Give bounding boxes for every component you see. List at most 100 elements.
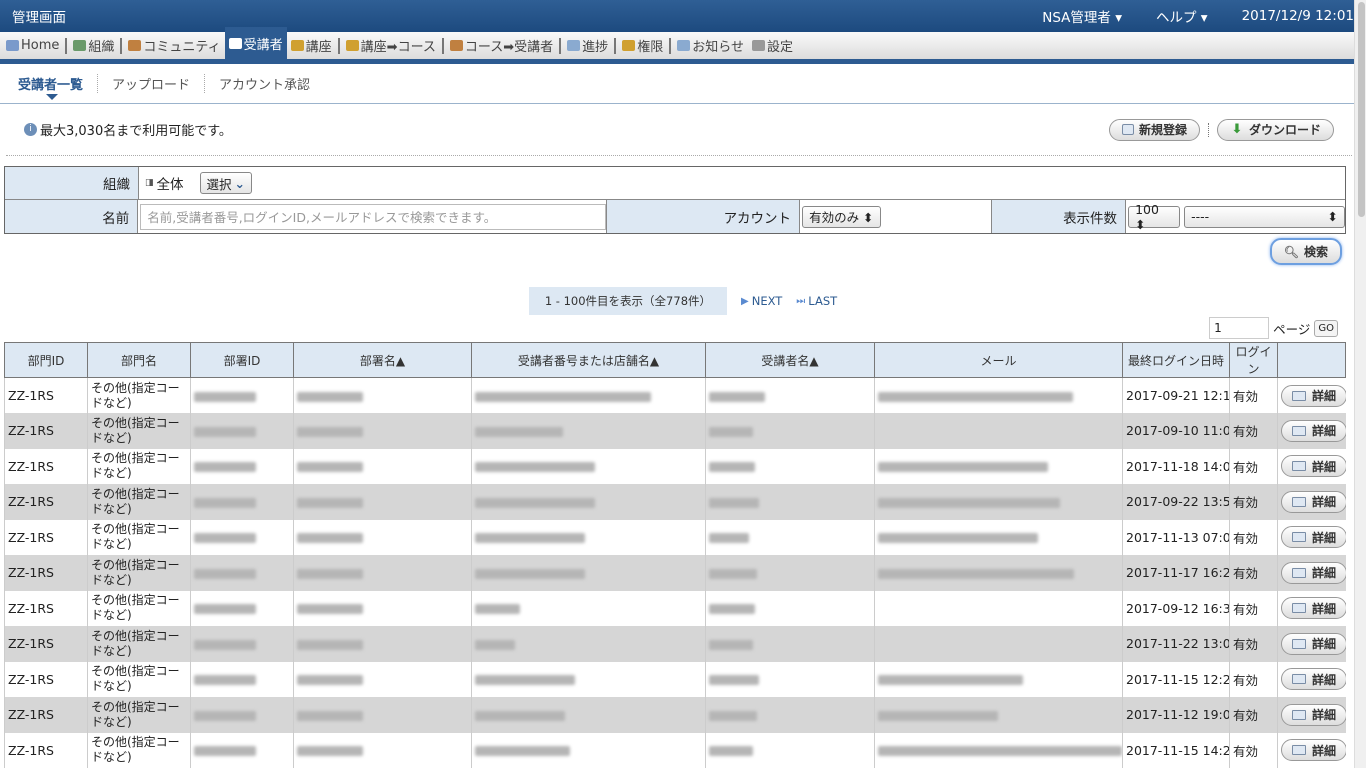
section-id-cell <box>190 661 294 697</box>
table-row: ZZ-1RS その他(指定コードなど) 2017-11-22 13:00 有効 詳細 <box>4 626 1346 662</box>
redacted-text <box>194 639 256 650</box>
go-button[interactable]: GO <box>1314 319 1338 337</box>
detail-button[interactable]: 詳細 <box>1281 455 1346 478</box>
detail-button[interactable]: 詳細 <box>1281 561 1346 584</box>
detail-button[interactable]: 詳細 <box>1281 490 1346 513</box>
section-name-cell <box>293 555 472 591</box>
student-number-cell <box>471 661 706 697</box>
new-register-button[interactable]: 新規登録 <box>1108 118 1200 141</box>
redacted-text <box>297 533 363 544</box>
nav-item-3[interactable]: 受講者 <box>224 27 287 59</box>
nav-item-1[interactable]: 組織 <box>69 31 118 59</box>
nav-item-7[interactable]: 進捗 <box>563 31 612 59</box>
column-header: 部門名 <box>87 342 191 378</box>
nav-item-8[interactable]: 権限 <box>618 31 667 59</box>
detail-icon <box>1292 674 1306 685</box>
nav-item-5[interactable]: 講座➡コース <box>342 31 440 59</box>
column-header[interactable]: 受講者番号または店舗名▲ <box>471 342 706 378</box>
dept-name-cell: その他(指定コードなど) <box>87 661 191 697</box>
student-name-cell <box>705 413 875 449</box>
detail-button[interactable]: 詳細 <box>1281 739 1346 762</box>
detail-icon <box>1292 390 1306 401</box>
redacted-text <box>194 604 256 615</box>
last-login-cell: 2017-11-17 16:28 <box>1122 555 1230 591</box>
last-login-cell: 2017-09-12 16:35 <box>1122 590 1230 626</box>
nav-item-4[interactable]: 講座 <box>287 31 336 59</box>
page-number-input[interactable]: 1 <box>1209 317 1270 339</box>
action-cell: 詳細 <box>1277 484 1346 520</box>
dept-name-cell: その他(指定コードなど) <box>87 413 191 449</box>
dept-name-cell: その他(指定コードなど) <box>87 519 191 555</box>
help-menu[interactable]: ヘルプ ▾ <box>1156 6 1208 26</box>
column-header: 部門ID <box>4 342 88 378</box>
detail-icon <box>1292 425 1306 436</box>
org-select-button[interactable]: 選択 ⌄ <box>199 172 253 194</box>
count-select[interactable]: 100 ⬍ <box>1128 202 1181 232</box>
table-row: ZZ-1RS その他(指定コードなど) 2017-11-17 16:28 有効 詳細 <box>4 555 1346 591</box>
account-select[interactable]: 有効のみ ⬍ <box>802 205 881 228</box>
next-arrow-icon: ▶ <box>741 295 749 307</box>
redacted-text <box>194 746 256 757</box>
detail-button[interactable]: 詳細 <box>1281 419 1346 442</box>
next-link[interactable]: ▶ NEXT <box>741 294 782 308</box>
top-bar: 管理画面 NSA管理者 ▾ ヘルプ ▾ 2017/12/9 12:01 <box>0 0 1366 32</box>
detail-button[interactable]: 詳細 <box>1281 668 1346 691</box>
detail-button[interactable]: 詳細 <box>1281 703 1346 726</box>
login-status-cell: 有効 <box>1229 626 1278 662</box>
redacted-text <box>709 533 749 544</box>
nav-item-0[interactable]: Home <box>2 31 63 59</box>
detail-button[interactable]: 詳細 <box>1281 526 1346 549</box>
student-number-cell <box>471 626 706 662</box>
action-cell: 詳細 <box>1277 413 1346 449</box>
redacted-text <box>194 533 256 544</box>
detail-button[interactable]: 詳細 <box>1281 632 1346 655</box>
subnav-tab-0[interactable]: 受講者一覧 <box>18 74 97 100</box>
extra-select[interactable]: ---- ⬍ <box>1184 205 1345 228</box>
name-search-input[interactable]: 名前,受講者番号,ログインID,メールアドレスで検索できます。 <box>140 203 607 230</box>
subnav-tab-2[interactable]: アカウント承認 <box>204 74 324 93</box>
login-status-cell: 有効 <box>1229 697 1278 733</box>
page-label: ページ <box>1273 321 1311 337</box>
redacted-text <box>194 391 256 402</box>
column-header[interactable]: 受講者名▲ <box>705 342 875 378</box>
redacted-text <box>297 675 363 686</box>
column-header[interactable]: 部署名▲ <box>293 342 472 378</box>
last-login-cell: 2017-11-15 12:22 <box>1122 661 1230 697</box>
pencil-icon <box>290 39 304 51</box>
last-login-cell: 2017-11-18 14:06 <box>1122 448 1230 484</box>
last-link[interactable]: ⏭ LAST <box>796 294 837 308</box>
table-row: ZZ-1RS その他(指定コードなど) 2017-09-12 16:35 有効 詳細 <box>4 590 1346 626</box>
table-row: ZZ-1RS その他(指定コードなど) 2017-11-15 12:22 有効 詳細 <box>4 661 1346 697</box>
search-button[interactable]: 🔍︎ 検索 <box>1269 238 1342 265</box>
nav-item-2[interactable]: コミュニティ <box>124 31 224 59</box>
nav-item-6[interactable]: コース➡受講者 <box>446 31 557 59</box>
admin-menu[interactable]: NSA管理者 ▾ <box>1042 6 1122 26</box>
redacted-text <box>194 568 256 579</box>
redacted-text <box>709 746 753 757</box>
detail-icon <box>1292 532 1306 543</box>
login-status-cell: 有効 <box>1229 484 1278 520</box>
redacted-text <box>709 710 757 721</box>
nav-item-10[interactable]: 設定 <box>748 31 797 59</box>
detail-icon <box>1292 709 1306 720</box>
scrollbar[interactable] <box>1354 0 1366 768</box>
action-cell: 詳細 <box>1277 590 1346 626</box>
dept-id-cell: ZZ-1RS <box>4 519 88 555</box>
dept-id-cell: ZZ-1RS <box>4 590 88 626</box>
last-arrow-icon: ⏭ <box>796 295 806 307</box>
dept-name-cell: その他(指定コードなど) <box>87 484 191 520</box>
nav-item-9[interactable]: お知らせ <box>673 31 748 59</box>
action-cell: 詳細 <box>1277 732 1346 768</box>
subnav-tab-1[interactable]: アップロード <box>97 74 204 93</box>
section-id-cell <box>190 413 294 449</box>
detail-button[interactable]: 詳細 <box>1281 597 1346 620</box>
scrollbar-thumb[interactable] <box>1358 2 1365 217</box>
login-status-cell: 有効 <box>1229 413 1278 449</box>
redacted-text <box>297 710 363 721</box>
download-button[interactable]: ⬇ ダウンロード <box>1216 118 1334 141</box>
nav-divider <box>65 38 68 54</box>
redacted-text <box>878 497 1060 508</box>
redacted-text <box>194 497 256 508</box>
nav-divider <box>669 38 672 54</box>
detail-button[interactable]: 詳細 <box>1281 384 1346 407</box>
